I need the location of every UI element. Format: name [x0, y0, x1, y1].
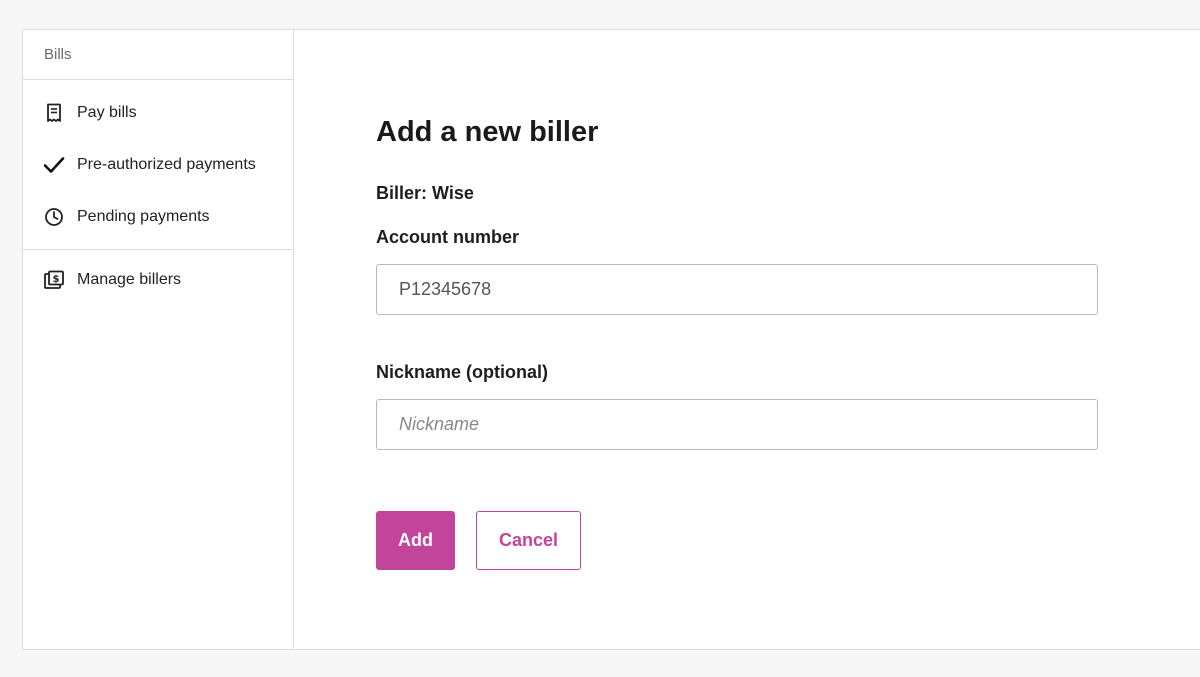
sidebar-item-label: Pending payments [77, 208, 210, 225]
sidebar-title: Bills [23, 30, 293, 80]
clock-icon [42, 205, 66, 229]
sidebar: Bills Pay bills Pre-authorized payments … [23, 30, 294, 649]
sidebar-item-label: Pay bills [77, 104, 137, 121]
account-number-input[interactable] [376, 264, 1098, 315]
sidebar-item-label: Manage billers [77, 271, 182, 288]
nickname-label: Nickname (optional) [376, 362, 549, 382]
sidebar-item-pre-authorized-payments[interactable]: Pre-authorized payments [23, 137, 293, 193]
receipt-icon [42, 101, 66, 125]
biller-book-icon: $ [42, 268, 66, 292]
nickname-input[interactable] [376, 399, 1098, 450]
account-number-label: Account number [376, 227, 520, 247]
add-button[interactable]: Add [376, 511, 455, 570]
svg-text:$: $ [53, 274, 60, 285]
checkmark-icon [42, 153, 66, 177]
sidebar-item-pending-payments[interactable]: Pending payments [23, 189, 293, 245]
sidebar-nav-group-secondary: $ Manage billers [23, 250, 293, 308]
sidebar-item-label: Pre-authorized payments [77, 156, 256, 173]
sidebar-nav-group: Pay bills Pre-authorized payments Pendin… [23, 80, 293, 250]
biller-name: Biller: Wise [376, 183, 474, 203]
page-title: Add a new biller [376, 116, 599, 148]
app-frame: Bills Pay bills Pre-authorized payments … [22, 29, 1200, 650]
cancel-button[interactable]: Cancel [476, 511, 581, 570]
sidebar-item-pay-bills[interactable]: Pay bills [23, 85, 293, 141]
sidebar-item-manage-billers[interactable]: $ Manage billers [23, 252, 293, 308]
